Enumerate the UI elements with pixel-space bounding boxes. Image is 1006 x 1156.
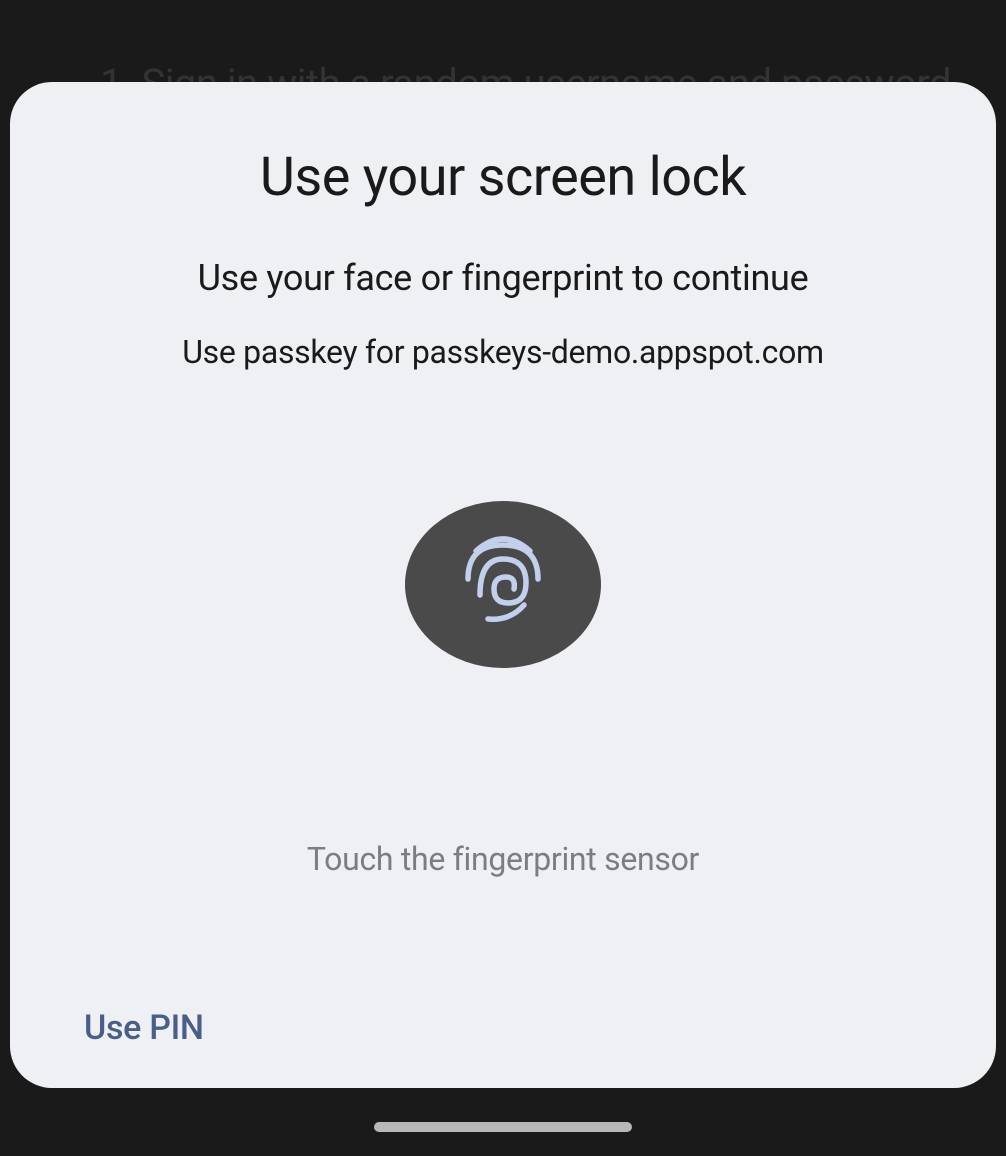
- use-pin-button[interactable]: Use PIN: [84, 1008, 204, 1048]
- sheet-title: Use your screen lock: [260, 146, 746, 209]
- sensor-instruction-text: Touch the fingerprint sensor: [307, 840, 699, 878]
- passkey-domain-text: Use passkey for passkeys-demo.appspot.co…: [182, 333, 824, 371]
- fingerprint-sensor-button[interactable]: [405, 501, 601, 668]
- sheet-subtitle: Use your face or fingerprint to continue: [198, 257, 809, 299]
- biometric-auth-sheet: Use your screen lock Use your face or fi…: [10, 82, 996, 1088]
- fingerprint-icon: [458, 533, 548, 637]
- home-indicator[interactable]: [374, 1122, 632, 1132]
